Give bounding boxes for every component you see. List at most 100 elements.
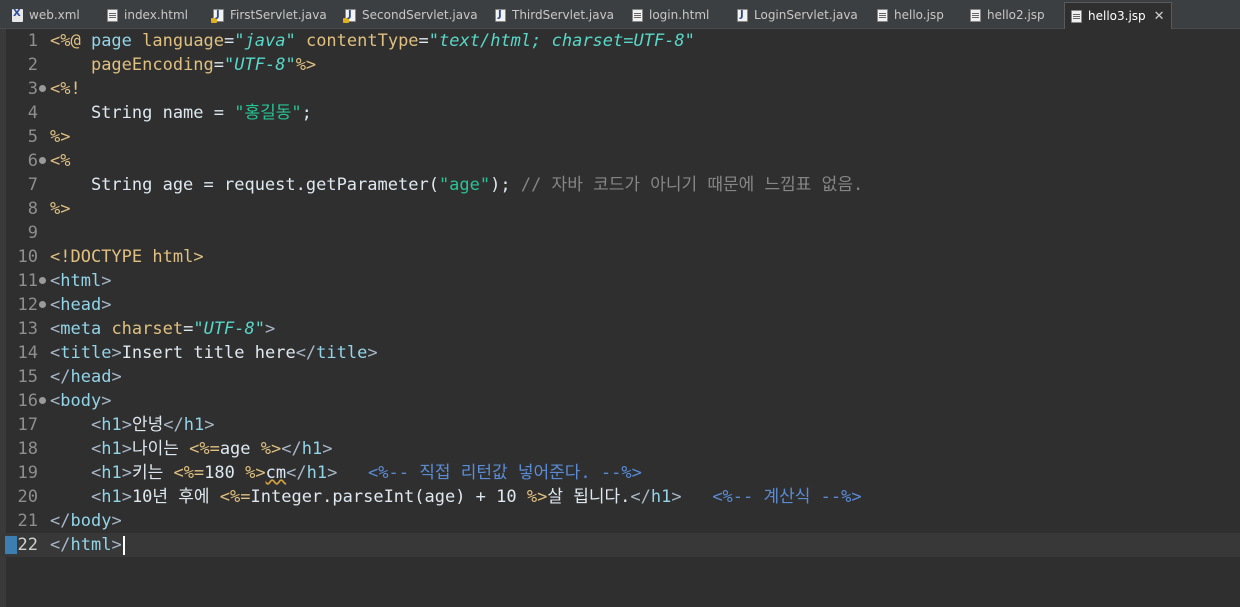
html-file-icon [107, 8, 118, 22]
code-token: h1 [306, 463, 328, 483]
code-line[interactable]: 1 <%@ page language="java" contentType="t… [0, 29, 1240, 53]
code-token: > [121, 439, 132, 459]
line-number: 17 [17, 415, 38, 435]
code-text: <h1>안녕</h1> [50, 413, 214, 437]
code-token: %> [245, 463, 266, 483]
jsp-file-icon [877, 8, 888, 22]
line-number: 5 [27, 127, 38, 147]
tab-web-xml[interactable]: web.xml [12, 3, 80, 27]
code-line[interactable]: 22 </html> [0, 533, 1240, 557]
fold-toggle-icon[interactable] [39, 301, 46, 308]
fold-toggle-icon[interactable] [39, 277, 46, 284]
code-line[interactable]: 17 <h1>안녕</h1> [0, 413, 1240, 437]
tab-hello2-jsp[interactable]: hello2.jsp [970, 3, 1045, 27]
code-line[interactable]: 15 </head> [0, 365, 1240, 389]
code-token: 10년 후에 [131, 487, 220, 507]
code-line[interactable]: 6 <% [0, 149, 1240, 173]
code-text: <h1>나이는 <%=age %></h1> [50, 437, 333, 461]
tab-first-servlet[interactable]: FirstServlet.java [211, 3, 327, 27]
tab-index-html[interactable]: index.html [107, 3, 188, 27]
code-token: String age = request.getParameter( [50, 175, 439, 195]
code-text: <html> [50, 269, 111, 293]
code-line[interactable]: 11 <html> [0, 269, 1240, 293]
code-token: </ [50, 511, 71, 531]
code-line[interactable]: 8 %> [0, 197, 1240, 221]
code-line[interactable]: 13 <meta charset="UTF-8"> [0, 317, 1240, 341]
code-line[interactable]: 4 String name = "홍길동"; [0, 101, 1240, 125]
code-token: "java" [234, 31, 296, 51]
code-editor[interactable]: 1 <%@ page language="java" contentType="t… [0, 29, 1240, 607]
tab-label: web.xml [29, 8, 80, 22]
tab-login-html[interactable]: login.html [632, 3, 709, 27]
code-token: > [327, 463, 338, 483]
fold-toggle-icon[interactable] [39, 157, 46, 164]
servlet-file-icon [343, 8, 356, 23]
code-text: %> [50, 197, 70, 221]
code-text: <h1>키는 <%=180 %>cm</h1> <%-- 직접 리턴값 넣어준다… [50, 461, 642, 485]
code-token: > [101, 271, 112, 291]
code-line[interactable]: 16 <body> [0, 389, 1240, 413]
line-number: 15 [17, 367, 38, 387]
code-token: "text/html; charset=UTF-8" [428, 31, 695, 51]
tab-label: hello3.jsp [1088, 9, 1146, 23]
code-line[interactable]: 21 </body> [0, 509, 1240, 533]
line-number: 20 [17, 487, 38, 507]
code-token: Insert title here [121, 343, 296, 363]
code-token: = [224, 31, 235, 51]
code-text: <h1>10년 후에 <%=Integer.parseInt(age) + 10… [50, 485, 862, 509]
code-line[interactable]: 3 <%! [0, 77, 1240, 101]
code-line[interactable]: 19 <h1>키는 <%=180 %>cm</h1> <%-- 직접 리턴값 넣… [0, 461, 1240, 485]
code-token: h1 [183, 415, 205, 435]
code-token: pageEncoding [90, 55, 214, 75]
code-token: > [322, 439, 333, 459]
jsp-file-icon [970, 8, 981, 22]
fold-toggle-icon[interactable] [39, 85, 46, 92]
tab-third-servlet[interactable]: ThirdServlet.java [495, 3, 614, 27]
code-token: %> [260, 439, 282, 459]
line-number: 2 [27, 55, 38, 75]
code-token: <!DOCTYPE [50, 247, 153, 267]
code-token: h1 [101, 439, 122, 459]
code-token: < [50, 271, 61, 291]
line-number: 18 [17, 439, 38, 459]
line-number: 12 [17, 295, 38, 315]
code-line[interactable]: 9 [0, 221, 1240, 245]
code-token: "age" [438, 175, 491, 195]
tab-second-servlet[interactable]: SecondServlet.java [343, 3, 478, 27]
code-token: h1 [101, 415, 122, 435]
code-line[interactable]: 2 pageEncoding="UTF-8"%> [0, 53, 1240, 77]
code-token: </ [281, 439, 302, 459]
code-token: </ [630, 487, 651, 507]
code-text: </body> [50, 509, 122, 533]
code-token: > [367, 343, 378, 363]
tab-hello-jsp[interactable]: hello.jsp [877, 3, 944, 27]
code-text: <%! [50, 77, 81, 101]
code-token: <%-- 계산식 --%> [712, 487, 862, 507]
close-tab-icon[interactable]: ✕ [1154, 9, 1165, 24]
tab-login-servlet[interactable]: LoginServlet.java [737, 3, 858, 27]
tab-hello3-jsp[interactable]: hello3.jsp ✕ [1064, 2, 1172, 29]
code-token: html [60, 271, 102, 291]
servlet-file-icon [211, 8, 224, 23]
jsp-file-icon [1071, 9, 1082, 23]
code-token: Integer.parseInt(age) + 10 [250, 487, 527, 507]
code-token: </ [295, 343, 317, 363]
code-line[interactable]: 12 <head> [0, 293, 1240, 317]
code-line[interactable]: 5 %> [0, 125, 1240, 149]
fold-toggle-icon[interactable] [39, 397, 46, 404]
code-line[interactable]: 18 <h1>나이는 <%=age %></h1> [0, 437, 1240, 461]
code-token: charset [111, 319, 184, 339]
code-token: < [90, 487, 102, 507]
code-text: <%@ page language="java" contentType="te… [50, 29, 695, 53]
code-token: > [111, 535, 122, 555]
code-line[interactable]: 10 <!DOCTYPE html> [0, 245, 1240, 269]
code-token: </ [286, 463, 307, 483]
code-line[interactable]: 14 <title>Insert title here</title> [0, 341, 1240, 365]
code-line[interactable]: 7 String age = request.getParameter("age… [0, 173, 1240, 197]
code-line[interactable]: 20 <h1>10년 후에 <%=Integer.parseInt(age) +… [0, 485, 1240, 509]
code-token: > [265, 319, 276, 339]
